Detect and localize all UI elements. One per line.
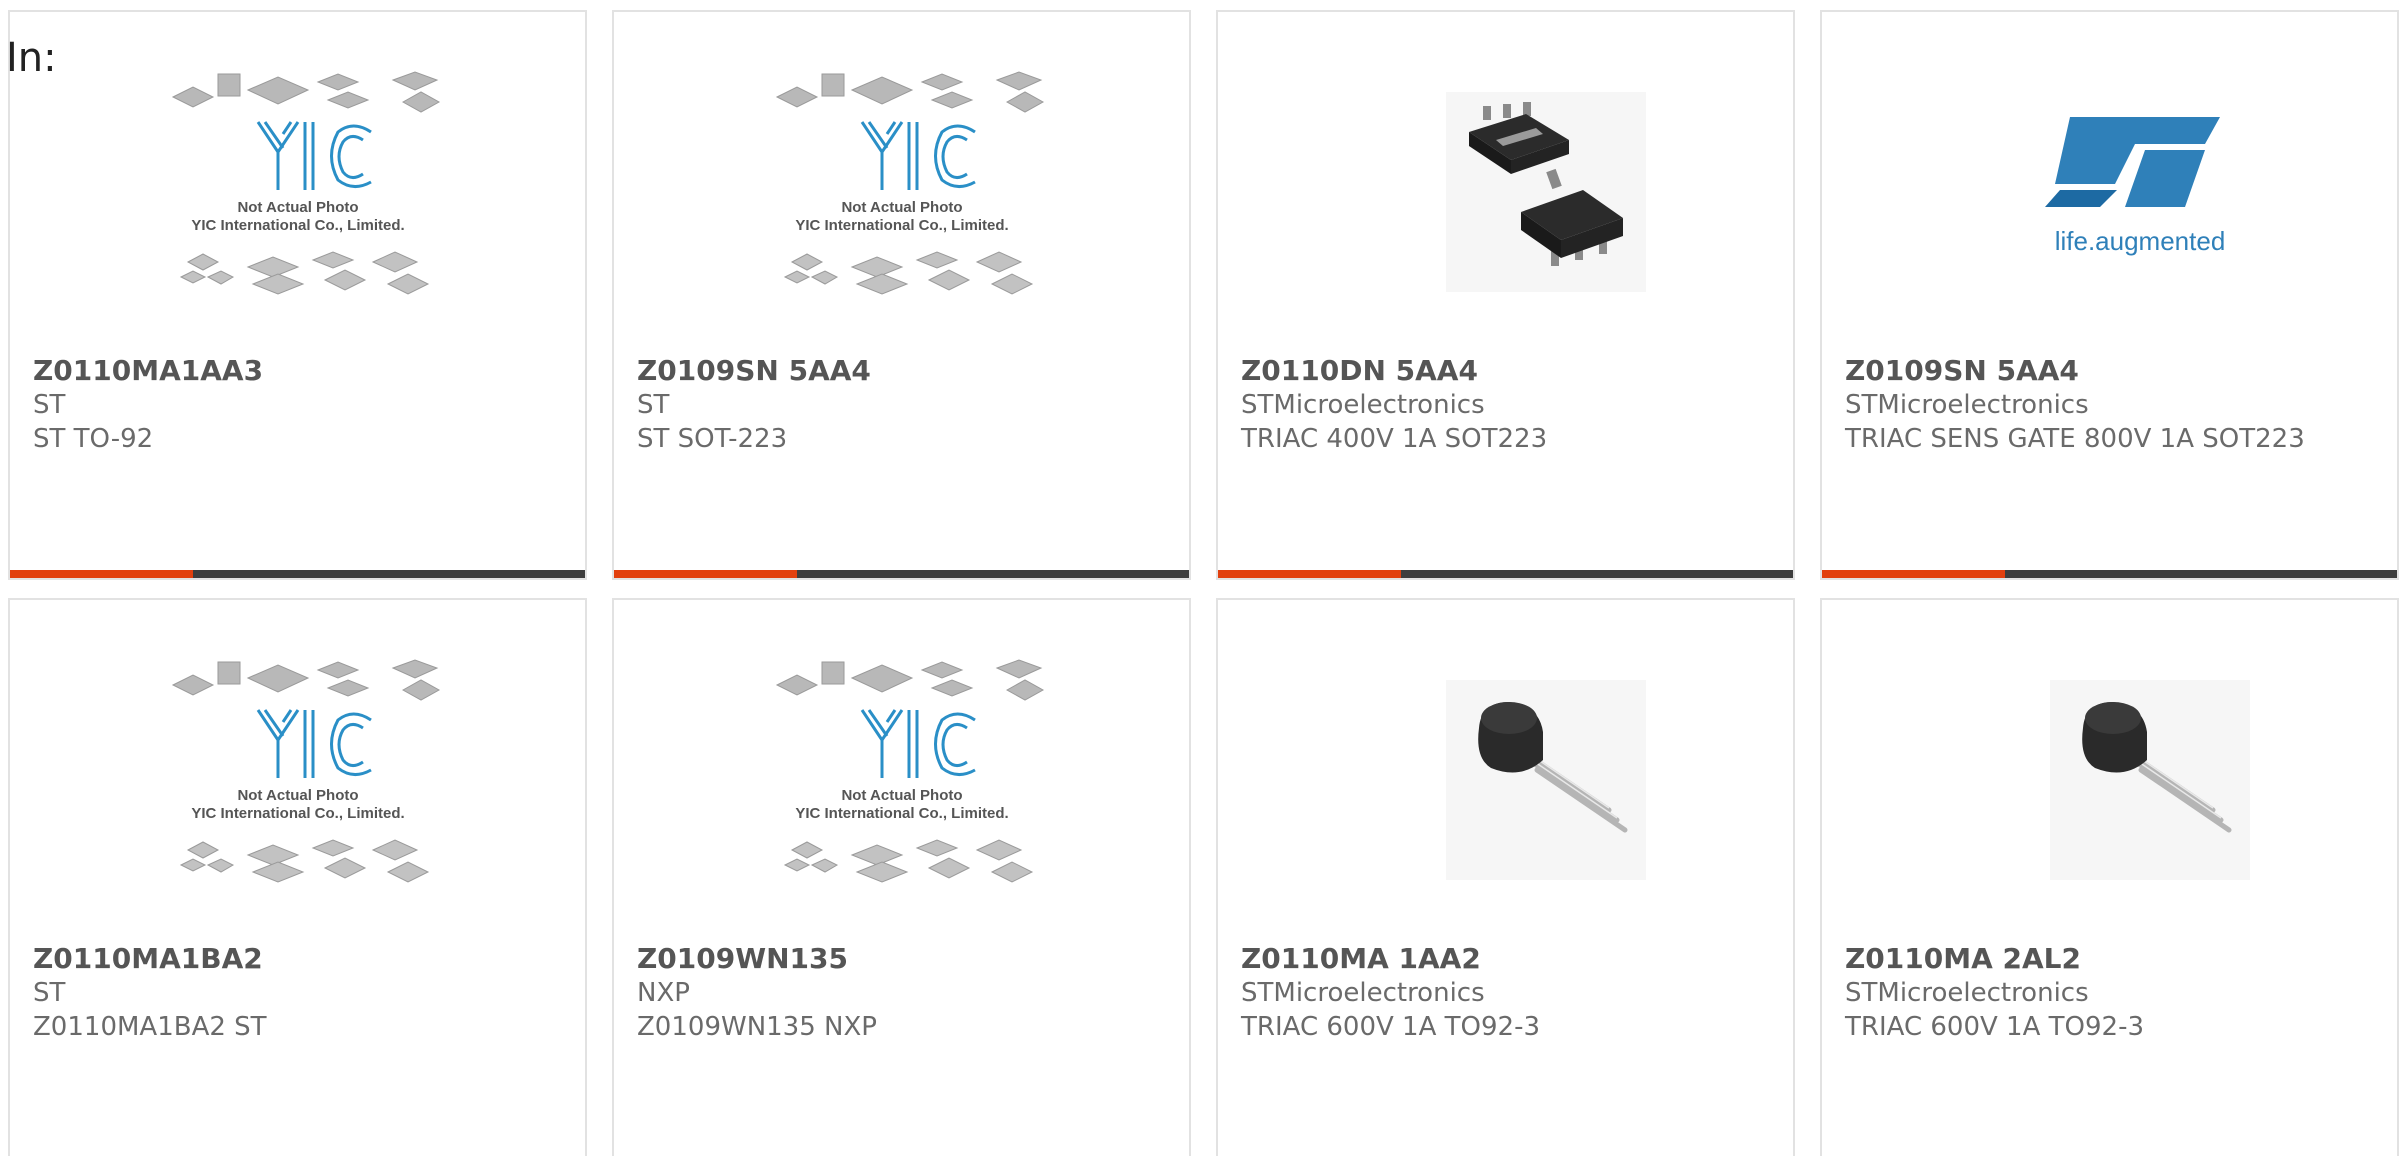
description: ST SOT-223 bbox=[637, 424, 788, 454]
product-info: Z0110DN 5AA4 STMicroelectronics TRIAC 40… bbox=[1241, 354, 1763, 456]
description: TRIAC SENS GATE 800V 1A SOT223 bbox=[1845, 424, 2305, 454]
manufacturer: ST bbox=[33, 978, 66, 1008]
manufacturer: ST bbox=[637, 390, 670, 420]
card-bar-accent bbox=[10, 570, 193, 578]
description: TRIAC 400V 1A SOT223 bbox=[1241, 424, 1548, 454]
product-card[interactable]: Not Actual Photo YIC International Co., … bbox=[612, 598, 1191, 1156]
product-card[interactable]: Z0110MA 2AL2 STMicroelectronics TRIAC 60… bbox=[1820, 598, 2399, 1156]
product-card[interactable]: life.augmented Z0109SN 5AA4 STMicroelect… bbox=[1820, 10, 2399, 580]
product-info: Z0110MA1BA2 ST Z0110MA1BA2 ST bbox=[33, 942, 555, 1044]
part-number-link[interactable]: Z0110DN 5AA4 bbox=[1241, 354, 1763, 388]
yic-caption-line2: YIC International Co., Limited. bbox=[191, 217, 404, 234]
manufacturer: STMicroelectronics bbox=[1845, 390, 2089, 420]
product-info: Z0110MA 2AL2 STMicroelectronics TRIAC 60… bbox=[1845, 942, 2367, 1044]
product-info: Z0109WN135 NXP Z0109WN135 NXP bbox=[637, 942, 1159, 1044]
yic-caption-line2: YIC International Co., Limited. bbox=[795, 217, 1008, 234]
yic-caption-line2: YIC International Co., Limited. bbox=[795, 805, 1008, 822]
yic-caption-line1: Not Actual Photo bbox=[841, 787, 962, 804]
yic-caption-line1: Not Actual Photo bbox=[237, 787, 358, 804]
yic-placeholder-image[interactable]: Not Actual Photo YIC International Co., … bbox=[10, 62, 585, 352]
in-label: In: bbox=[6, 35, 57, 81]
manufacturer: ST bbox=[33, 390, 66, 420]
page: In: Not Actual Photo YIC International C… bbox=[0, 0, 2400, 1156]
card-bar-accent bbox=[614, 570, 797, 578]
sot223-package-image[interactable] bbox=[1218, 62, 1793, 352]
description: TRIAC 600V 1A TO92-3 bbox=[1845, 1012, 2144, 1042]
card-bar bbox=[10, 570, 585, 578]
card-bar bbox=[614, 570, 1189, 578]
yic-placeholder-image[interactable]: Not Actual Photo YIC International Co., … bbox=[614, 650, 1189, 940]
manufacturer: STMicroelectronics bbox=[1845, 978, 2089, 1008]
product-card[interactable]: Not Actual Photo YIC International Co., … bbox=[8, 10, 587, 580]
card-bar-accent bbox=[1822, 570, 2005, 578]
yic-placeholder-image[interactable]: Not Actual Photo YIC International Co., … bbox=[614, 62, 1189, 352]
manufacturer: STMicroelectronics bbox=[1241, 390, 1485, 420]
description: Z0109WN135 NXP bbox=[637, 1012, 877, 1042]
product-info: Z0109SN 5AA4 STMicroelectronics TRIAC SE… bbox=[1845, 354, 2367, 456]
card-bar bbox=[1218, 570, 1793, 578]
product-card[interactable]: Not Actual Photo YIC International Co., … bbox=[612, 10, 1191, 580]
part-number-link[interactable]: Z0110MA 1AA2 bbox=[1241, 942, 1763, 976]
card-bar bbox=[1822, 570, 2397, 578]
yic-caption-line2: YIC International Co., Limited. bbox=[191, 805, 404, 822]
product-card[interactable]: Z0110DN 5AA4 STMicroelectronics TRIAC 40… bbox=[1216, 10, 1795, 580]
description: TRIAC 600V 1A TO92-3 bbox=[1241, 1012, 1540, 1042]
to92-package-image[interactable] bbox=[1218, 650, 1793, 940]
yic-caption-line1: Not Actual Photo bbox=[237, 199, 358, 216]
part-number-link[interactable]: Z0109WN135 bbox=[637, 942, 1159, 976]
manufacturer: STMicroelectronics bbox=[1241, 978, 1485, 1008]
product-card[interactable]: Not Actual Photo YIC International Co., … bbox=[8, 598, 587, 1156]
product-info: Z0110MA1AA3 ST ST TO-92 bbox=[33, 354, 555, 456]
part-number-link[interactable]: Z0109SN 5AA4 bbox=[1845, 354, 2367, 388]
yic-placeholder-image[interactable]: Not Actual Photo YIC International Co., … bbox=[10, 650, 585, 940]
part-number-link[interactable]: Z0109SN 5AA4 bbox=[637, 354, 1159, 388]
part-number-link[interactable]: Z0110MA1BA2 bbox=[33, 942, 555, 976]
product-info: Z0109SN 5AA4 ST ST SOT-223 bbox=[637, 354, 1159, 456]
manufacturer: NXP bbox=[637, 978, 690, 1008]
st-logo-tagline: life.augmented bbox=[2054, 226, 2225, 256]
st-logo-image[interactable]: life.augmented bbox=[1822, 62, 2397, 352]
part-number-link[interactable]: Z0110MA1AA3 bbox=[33, 354, 555, 388]
description: Z0110MA1BA2 ST bbox=[33, 1012, 267, 1042]
product-card[interactable]: Z0110MA 1AA2 STMicroelectronics TRIAC 60… bbox=[1216, 598, 1795, 1156]
to92-package-image[interactable] bbox=[1822, 650, 2397, 940]
yic-caption-line1: Not Actual Photo bbox=[841, 199, 962, 216]
description: ST TO-92 bbox=[33, 424, 154, 454]
product-info: Z0110MA 1AA2 STMicroelectronics TRIAC 60… bbox=[1241, 942, 1763, 1044]
part-number-link[interactable]: Z0110MA 2AL2 bbox=[1845, 942, 2367, 976]
card-bar-accent bbox=[1218, 570, 1401, 578]
